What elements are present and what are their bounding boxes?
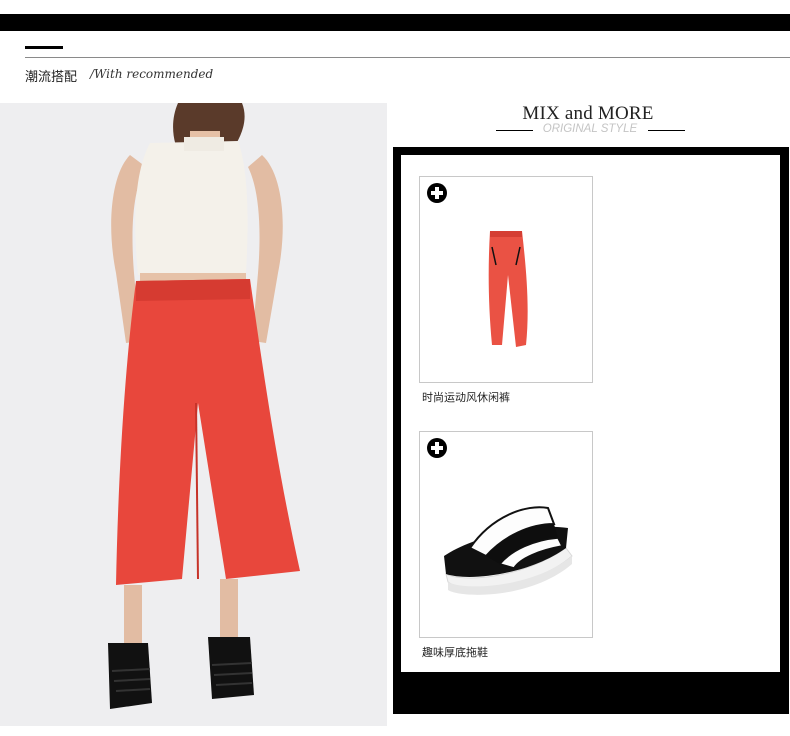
slippers-product-image (444, 506, 573, 595)
mix-title-rule-left (496, 130, 533, 131)
product-name-slippers[interactable]: 趣味厚底拖鞋 (422, 644, 488, 660)
product-card-pants[interactable] (419, 176, 593, 383)
top-bar (0, 14, 790, 31)
header-accent-bar (25, 46, 63, 49)
model-photo (0, 103, 387, 726)
section-subtitle: /With recommended (90, 67, 214, 81)
plus-icon[interactable] (427, 183, 447, 203)
model-illustration (108, 103, 300, 709)
product-card-slippers[interactable] (419, 431, 593, 638)
mix-subtitle: ORIGINAL STYLE (542, 123, 638, 135)
mix-title-rule-right (648, 130, 685, 131)
section-title: 潮流搭配 (25, 70, 78, 85)
header-divider (25, 57, 790, 58)
plus-icon[interactable] (427, 438, 447, 458)
pants-product-image (488, 231, 528, 347)
product-name-pants[interactable]: 时尚运动风休闲裤 (422, 389, 510, 405)
mix-title: MIX and MORE (522, 103, 654, 124)
